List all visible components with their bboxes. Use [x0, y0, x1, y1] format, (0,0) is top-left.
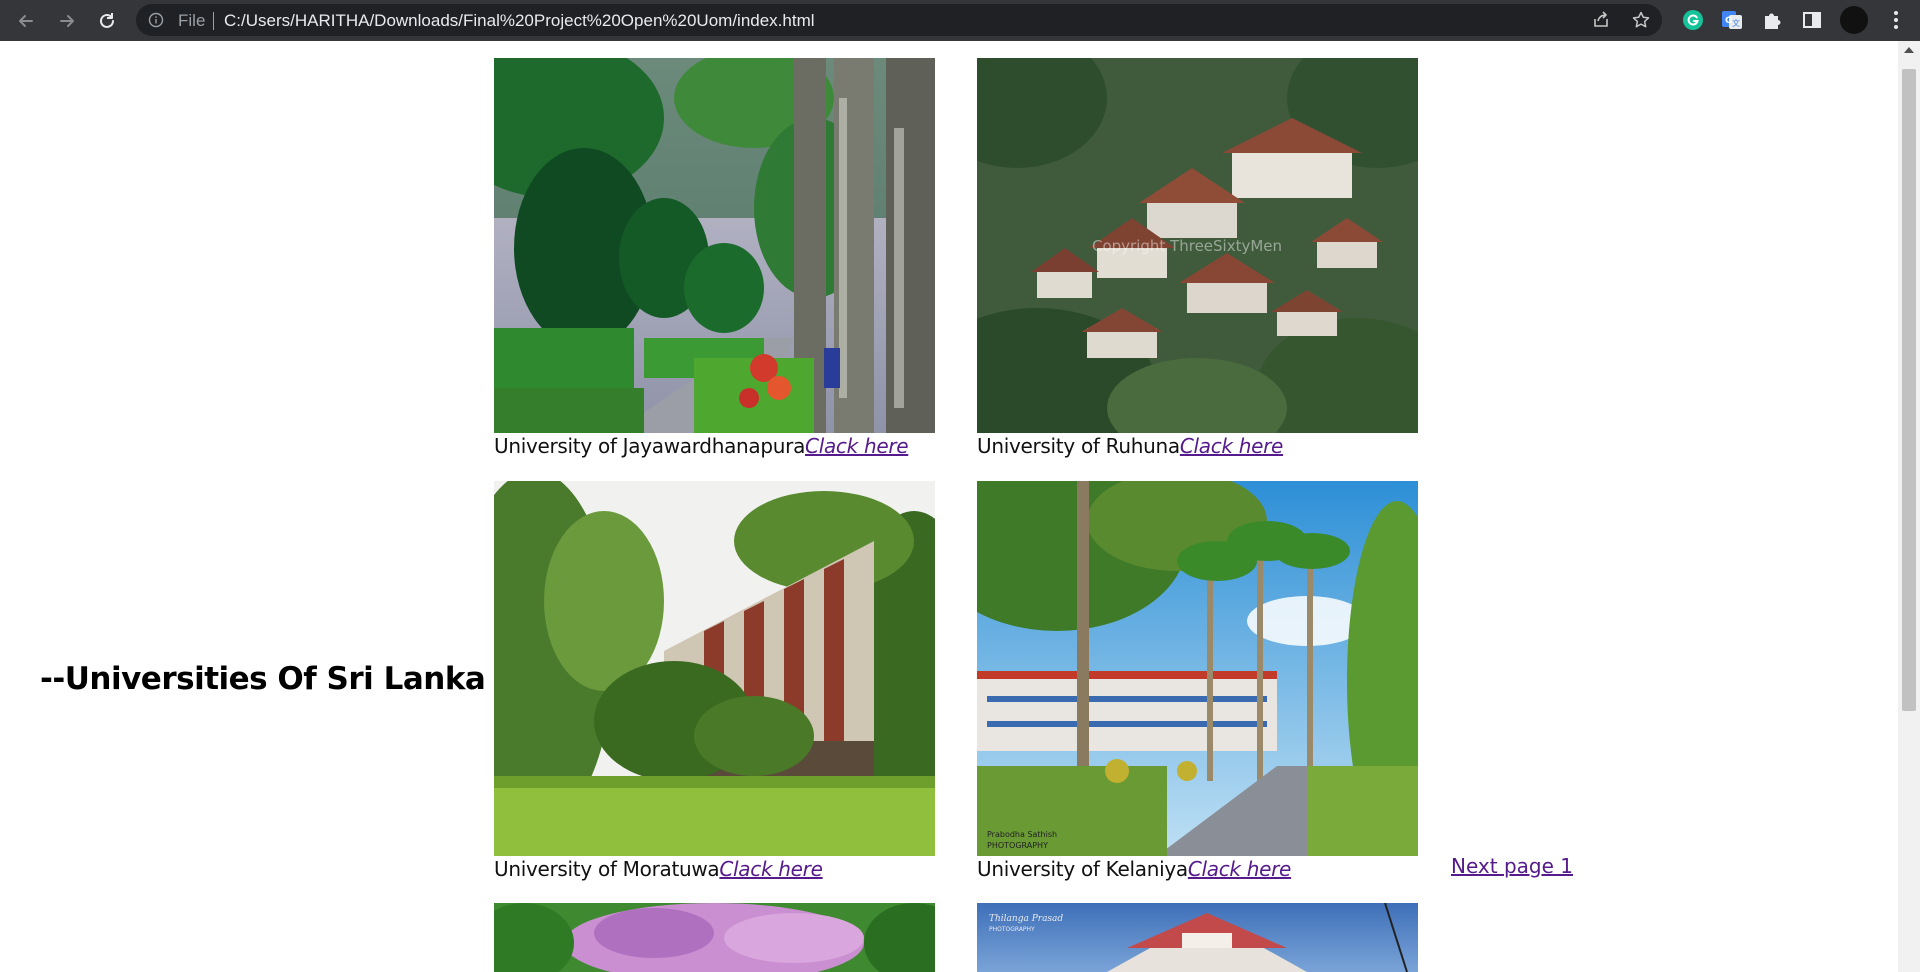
university-caption: University of JayawardhanapuraClack here: [494, 434, 935, 458]
university-card-row3-left: [494, 903, 935, 972]
campus-photo-moratuwa: [494, 481, 935, 856]
forward-icon[interactable]: [54, 8, 80, 34]
university-caption: University of KelaniyaClack here: [977, 857, 1418, 881]
svg-text:文: 文: [1732, 18, 1740, 28]
url-text[interactable]: C:/Users/HARITHA/Downloads/Final%20Proje…: [224, 11, 815, 31]
campus-photo-ruhuna: Copyright ThreeSixtyMen: [977, 58, 1418, 433]
university-card-row3-right: Thilanga Prasad PHOTOGRAPHY: [977, 903, 1418, 972]
university-card-kelaniya: Prabodha Sathish PHOTOGRAPHY University …: [977, 481, 1418, 881]
university-caption: University of MoratuwaClack here: [494, 857, 935, 881]
watermark-row3-sub: PHOTOGRAPHY: [989, 926, 1035, 933]
watermark-ruhuna: Copyright ThreeSixtyMen: [1092, 237, 1282, 255]
campus-photo-row3-right: Thilanga Prasad PHOTOGRAPHY: [977, 903, 1418, 972]
next-page-link[interactable]: Next page 1: [1451, 854, 1573, 878]
share-icon[interactable]: [1591, 10, 1611, 30]
campus-photo-jayawardhanapura: [494, 58, 935, 433]
clack-here-link[interactable]: Clack here: [719, 857, 823, 881]
university-name: University of Kelaniya: [977, 857, 1188, 881]
university-name: University of Jayawardhanapura: [494, 434, 806, 458]
university-card-moratuwa: University of MoratuwaClack here: [494, 481, 935, 881]
puzzle-icon[interactable]: [1761, 9, 1783, 31]
clack-here-link[interactable]: Clack here: [1188, 857, 1292, 881]
university-card-ruhuna: Copyright ThreeSixtyMen University of Ru…: [977, 58, 1418, 458]
watermark-kelaniya-sub: PHOTOGRAPHY: [987, 841, 1048, 850]
university-caption: University of RuhunaClack here: [977, 434, 1418, 458]
reload-icon[interactable]: [94, 8, 120, 34]
scrollbar[interactable]: [1898, 41, 1920, 972]
campus-photo-kelaniya: Prabodha Sathish PHOTOGRAPHY: [977, 481, 1418, 856]
profile-avatar[interactable]: [1840, 6, 1868, 34]
watermark-row3: Thilanga Prasad: [989, 914, 1063, 924]
scrollbar-thumb[interactable]: [1902, 69, 1916, 711]
back-icon[interactable]: [13, 8, 39, 34]
info-icon[interactable]: [148, 12, 164, 28]
clack-here-link[interactable]: Clack here: [805, 434, 909, 458]
campus-photo-row3-left: [494, 903, 935, 972]
sidepanel-icon[interactable]: [1801, 9, 1823, 31]
translate-icon[interactable]: G文: [1721, 9, 1743, 31]
address-bar[interactable]: File C:/Users/HARITHA/Downloads/Final%20…: [136, 4, 1662, 36]
scroll-up-arrow-icon[interactable]: [1904, 47, 1914, 53]
star-icon[interactable]: [1631, 10, 1651, 30]
university-name: University of Moratuwa: [494, 857, 720, 881]
more-icon[interactable]: [1886, 8, 1906, 32]
omnibox-separator: [213, 12, 214, 30]
file-label: File: [178, 11, 206, 30]
watermark-kelaniya: Prabodha Sathish: [987, 830, 1057, 839]
university-card-jayawardhanapura: University of JayawardhanapuraClack here: [494, 58, 935, 458]
page-content: --Universities Of Sri Lanka -- Universit…: [0, 41, 1898, 972]
university-name: University of Ruhuna: [977, 434, 1180, 458]
browser-toolbar: File C:/Users/HARITHA/Downloads/Final%20…: [0, 0, 1920, 41]
grammarly-icon[interactable]: [1682, 9, 1704, 31]
clack-here-link[interactable]: Clack here: [1180, 434, 1284, 458]
page-title: --Universities Of Sri Lanka --: [40, 661, 521, 697]
